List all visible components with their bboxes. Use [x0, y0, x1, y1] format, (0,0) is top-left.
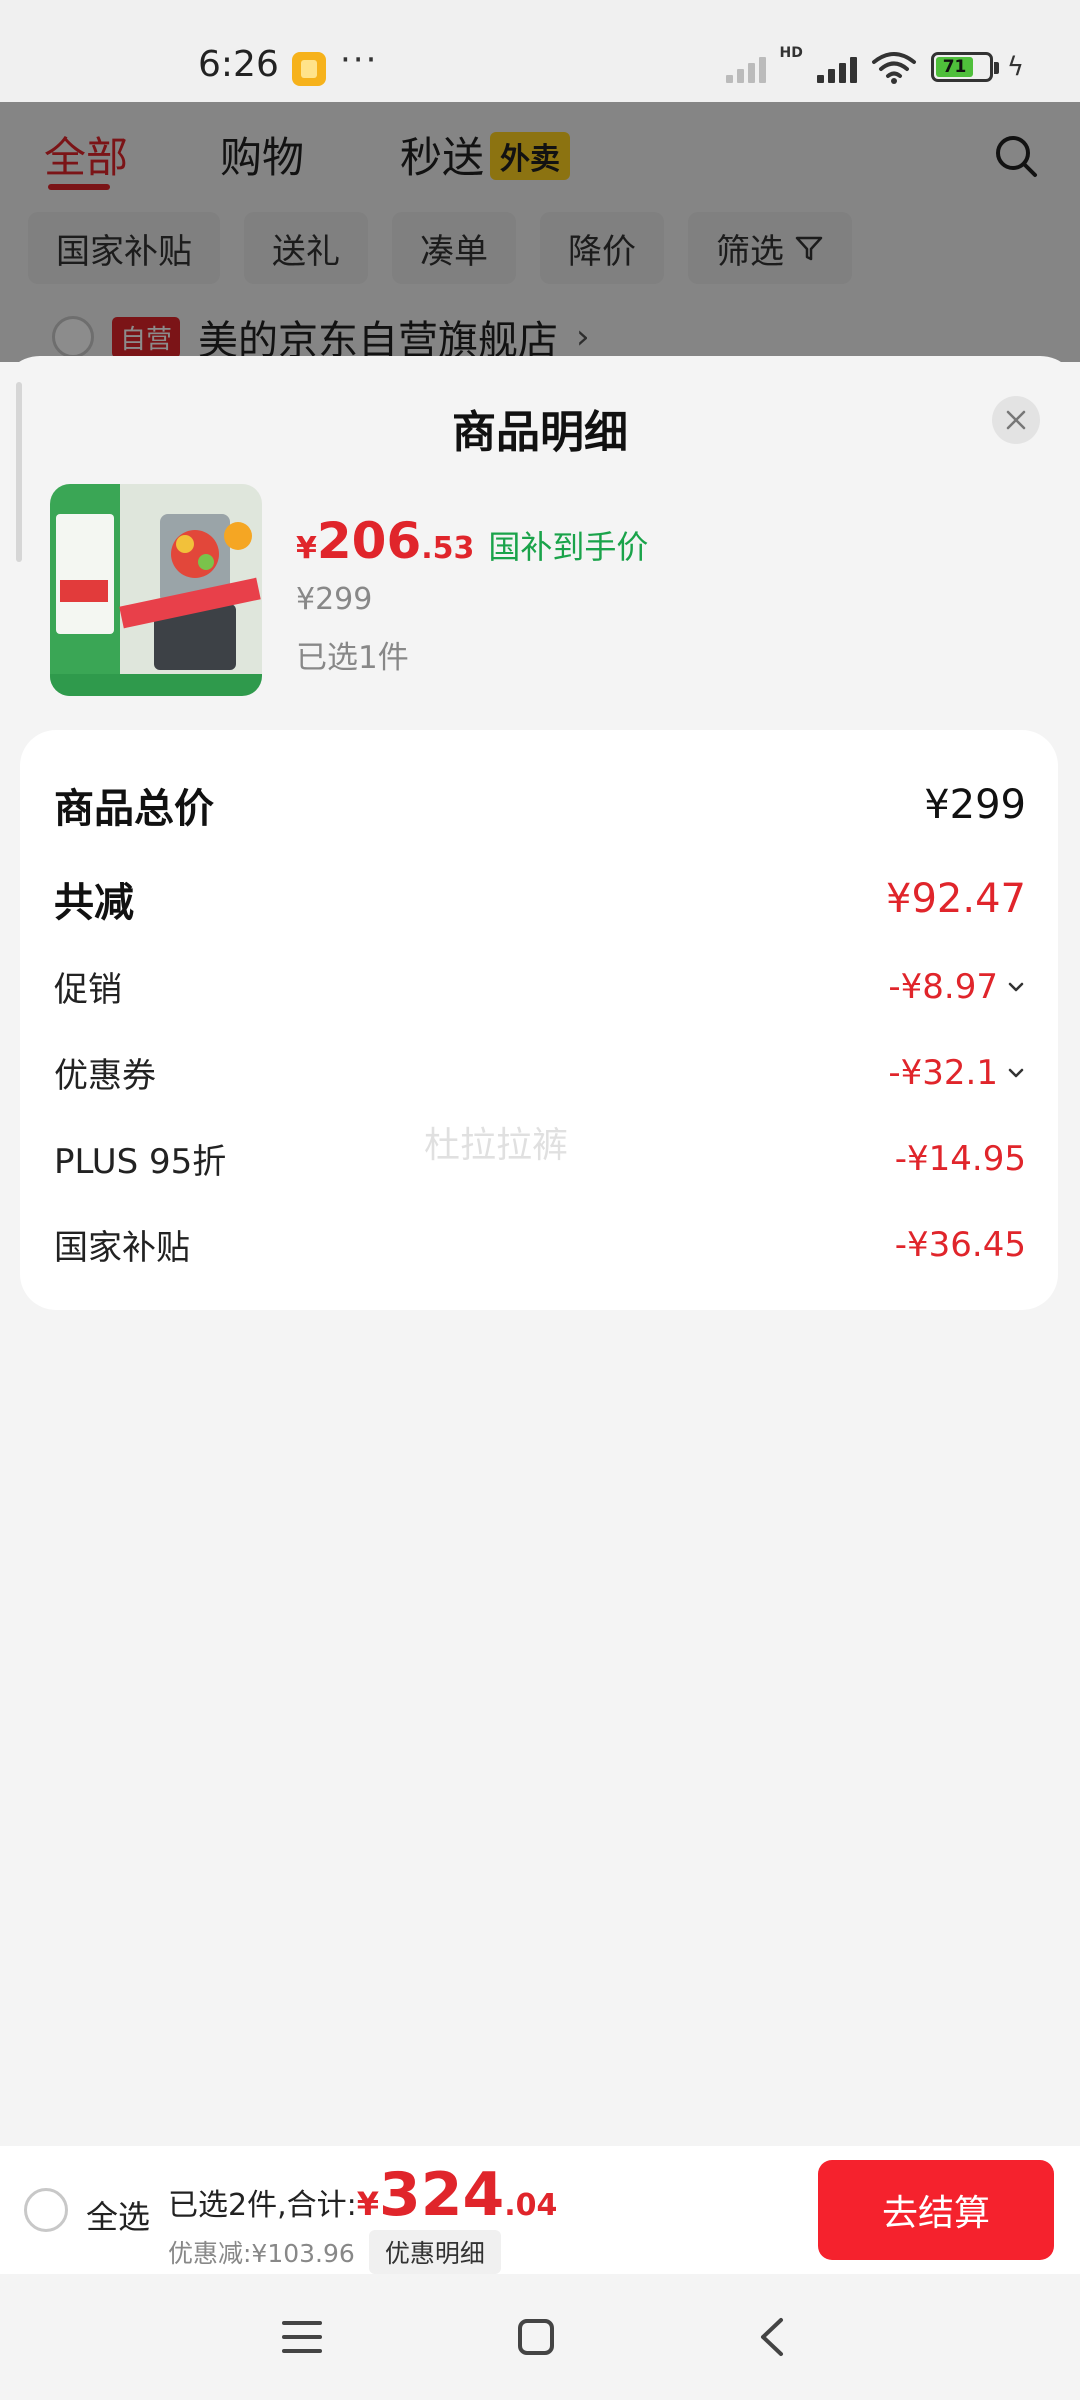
plus-discount-value: -¥14.95 [894, 1138, 1026, 1179]
home-square-icon [518, 2319, 554, 2355]
original-price: ¥299 [296, 582, 373, 617]
chevron-down-icon [1008, 982, 1024, 991]
select-all-label[interactable]: 全选 [86, 2192, 150, 2238]
coupon-value: -¥32.1 [888, 1052, 998, 1093]
product-image[interactable] [50, 484, 262, 696]
price-integer: 206 [316, 512, 422, 570]
discount-amount: 优惠减:¥103.96 [168, 2239, 355, 2268]
battery-level: 71 [935, 57, 974, 77]
coupon-value-wrap[interactable]: -¥32.1 [888, 1053, 1026, 1093]
summary-row-promo[interactable]: 促销 -¥8.97 [54, 962, 1026, 1011]
price-summary-card: 商品总价 ¥299 共减 ¥92.47 促销 -¥8.97 优惠券 -¥32.1 [20, 730, 1058, 1310]
blender-product-picture [50, 484, 262, 696]
national-subsidy-value: -¥36.45 [894, 1224, 1026, 1265]
subsidy-price-tag: 国补到手价 [488, 528, 649, 566]
system-navigation-bar [0, 2274, 1080, 2400]
total-price-label: 商品总价 [54, 786, 214, 832]
summary-row-reduction: 共减 ¥92.47 [54, 870, 1026, 928]
total-price-value: ¥299 [924, 782, 1026, 828]
more-notifications-icon: ··· [340, 40, 379, 80]
menu-icon [282, 2321, 322, 2353]
price-currency: ¥ [296, 531, 317, 566]
status-icons: HD 71 ϟ [725, 45, 1024, 84]
signal-icon [816, 51, 857, 83]
close-icon [1006, 410, 1026, 430]
plus-discount-label: PLUS 95折 [54, 1142, 227, 1182]
total-currency: ¥ [356, 2185, 379, 2223]
price-decimal: .53 [421, 531, 475, 566]
select-all-radio[interactable] [24, 2188, 68, 2232]
chevron-down-icon [1008, 1068, 1024, 1077]
reduction-value: ¥92.47 [886, 876, 1026, 922]
wifi-icon [871, 52, 916, 84]
home-button[interactable] [506, 2312, 566, 2362]
menu-button[interactable] [272, 2312, 332, 2362]
summary-row-total: 商品总价 ¥299 [54, 776, 1026, 834]
discount-line: 优惠减:¥103.96 优惠明细 [168, 2230, 501, 2274]
checkout-button[interactable]: 去结算 [818, 2160, 1054, 2260]
back-button[interactable] [742, 2312, 802, 2362]
summary-row-plus: PLUS 95折 -¥14.95 [54, 1134, 1026, 1183]
reduction-label: 共减 [54, 880, 134, 926]
note-icon [292, 52, 326, 86]
status-bar: 6:26 ··· HD 71 ϟ [0, 0, 1080, 102]
hd-label: HD [779, 45, 803, 61]
coupon-label: 优惠券 [54, 1056, 156, 1096]
battery-icon: 71 [930, 52, 999, 82]
discount-detail-button[interactable]: 优惠明细 [368, 2230, 501, 2274]
total-prefix: 已选2件,合计: [168, 2188, 357, 2223]
modal-backdrop[interactable] [0, 102, 1080, 362]
back-arrow-icon [761, 2318, 783, 2356]
summary-row-subsidy: 国家补贴 -¥36.45 [54, 1220, 1026, 1269]
promo-label: 促销 [54, 970, 122, 1010]
promo-value-wrap[interactable]: -¥8.97 [888, 967, 1026, 1007]
charging-icon: ϟ [1006, 52, 1024, 82]
promo-value: -¥8.97 [888, 966, 998, 1007]
summary-row-coupon[interactable]: 优惠券 -¥32.1 [54, 1048, 1026, 1097]
total-integer: 324 [379, 2160, 505, 2230]
national-subsidy-label: 国家补贴 [54, 1228, 190, 1268]
close-button[interactable] [992, 396, 1040, 444]
total-decimal: .04 [504, 2188, 558, 2223]
product-detail-sheet: 商品明细 ¥ 206 .53 国补到手价 ¥299 已选1件 商品总价 ¥299… [0, 356, 1080, 2146]
sheet-title: 商品明细 [452, 407, 628, 458]
total-line: 已选2件,合计: ¥ 324 .04 [168, 2160, 557, 2230]
product-price-line: ¥ 206 .53 国补到手价 [296, 512, 648, 570]
signal-icon-secondary [725, 51, 766, 83]
checkout-bar: 全选 已选2件,合计: ¥ 324 .04 优惠减:¥103.96 优惠明细 去… [0, 2146, 1080, 2274]
status-time: 6:26 [198, 44, 279, 85]
selected-count: 已选1件 [296, 640, 409, 676]
